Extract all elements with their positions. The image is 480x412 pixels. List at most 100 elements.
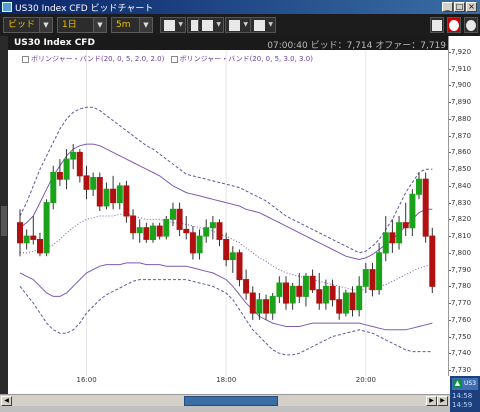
status-strip [0,406,450,412]
x-tick-label: 18:00 [216,376,237,384]
candle-down [189,232,196,254]
scroll-left-button[interactable]: ◀ [1,396,12,406]
window-settings-button[interactable] [430,17,444,33]
period-value: 1日 [62,20,77,30]
symbol-label: US30 Index CFD [14,38,95,48]
y-tick-mark [449,135,451,137]
candle-down [263,299,270,314]
candle-up [416,178,422,195]
zoom-icon [254,20,265,31]
y-tick-label: 7,920 [451,48,472,56]
candle-down [389,232,396,244]
scroll-thumb[interactable] [184,396,278,406]
panel-collapse-handle[interactable] [1,206,7,236]
minimize-button[interactable]: _ [442,2,453,12]
y-tick-mark [449,319,451,321]
legend-checkbox[interactable] [22,55,29,63]
y-tick-mark [449,236,451,238]
candle-up [376,252,383,291]
legend-bb-2sd[interactable]: ボリンジャー・バンド(20, 0, 5, 2.0, 2.0) [31,55,164,63]
candle-down [402,222,409,229]
candle-up [90,177,97,190]
candle-down [96,177,103,207]
candle-down [216,222,223,240]
candle-down [56,172,63,180]
maximize-button[interactable]: □ [454,2,465,12]
y-tick-mark [449,52,451,53]
chart-toolbar: ビッド ▼ 1日 ▼ 5m ▼ ▼ ▼ ▼ ▼ ▼ [0,14,480,37]
candle-up [116,185,123,204]
candle-up [269,295,276,314]
x-tick-label: 16:00 [76,376,97,384]
alarm-button[interactable] [447,17,461,33]
y-tick-label: 7,870 [451,131,472,140]
taskbar-tray: ▲ US3 14:58 14:59 [450,376,480,412]
candle-down [429,235,436,287]
window-title: US30 Index CFD ビッドチャート [15,4,154,14]
candle-down [329,285,336,301]
interval-select[interactable]: 5m ▼ [111,17,153,33]
candle-up [103,188,110,207]
candle-down [349,292,356,311]
indicator-button[interactable]: ▼ [198,17,224,33]
price-chart[interactable] [8,50,448,376]
candle-icon [229,20,240,31]
candle-up [229,252,236,261]
scroll-right-button[interactable]: ▶ [426,396,437,406]
candle-down [176,208,183,230]
y-tick-label: 7,750 [451,332,472,341]
indicator-icon [202,20,213,31]
scroll-end-button[interactable]: ▶ [437,396,448,406]
left-panel-strip [0,36,8,394]
y-tick-mark [449,303,451,305]
y-tick-label: 7,860 [451,148,472,157]
settings-button[interactable] [464,17,478,33]
chart-type-button[interactable]: ▼ [225,17,251,33]
candle-down [123,185,130,217]
candle-up [362,269,369,287]
gear-icon [466,20,476,31]
y-tick-label: 7,740 [451,349,472,358]
candle-down [309,275,316,291]
y-tick-label: 7,910 [451,64,472,73]
y-tick-label: 7,850 [451,165,472,174]
candle-down [369,269,376,291]
candle-up [356,285,363,311]
y-tick-label: 7,800 [451,248,472,257]
y-tick-label: 7,810 [451,232,472,241]
legend-bb-3sd[interactable]: ボリンジャー・バンド(20, 0, 5, 3.0, 3.0) [180,55,313,63]
title-bar: US30 Index CFD ビッドチャート _ □ × [0,0,480,14]
candle-down [143,227,150,240]
window-icon [432,20,442,31]
candle-up [409,193,416,229]
taskbar-app-button[interactable]: ▲ US3 [452,378,478,390]
y-tick-label: 7,890 [451,98,472,107]
y-tick-mark [449,169,451,171]
y-tick-label: 7,840 [451,181,472,190]
y-tick-label: 7,730 [451,366,472,374]
y-tick-mark [449,370,451,371]
y-tick-mark [449,152,451,154]
y-tick-mark [449,102,451,104]
price-side-select[interactable]: ビッド ▼ [3,17,53,33]
chart-area[interactable] [8,50,448,379]
candle-up [196,235,203,254]
candle-up [396,222,403,244]
y-tick-label: 7,760 [451,315,472,324]
candle-down [37,239,43,254]
candle-up [276,282,283,297]
candle-down [130,215,137,234]
close-button[interactable]: × [466,2,477,12]
draw-line-button[interactable]: ▼ [160,17,186,33]
app-tray-icon: ▲ [453,379,462,388]
period-select[interactable]: 1日 ▼ [57,17,107,33]
zoom-button[interactable]: ▼ [250,17,276,33]
x-tick-label: 20:00 [355,376,376,384]
candle-down [422,178,429,237]
candle-down [17,222,23,244]
legend-checkbox[interactable] [170,55,178,63]
candle-down [110,188,117,204]
y-tick-label: 7,900 [451,81,472,90]
candle-up [302,275,309,297]
app-icon [2,2,12,12]
